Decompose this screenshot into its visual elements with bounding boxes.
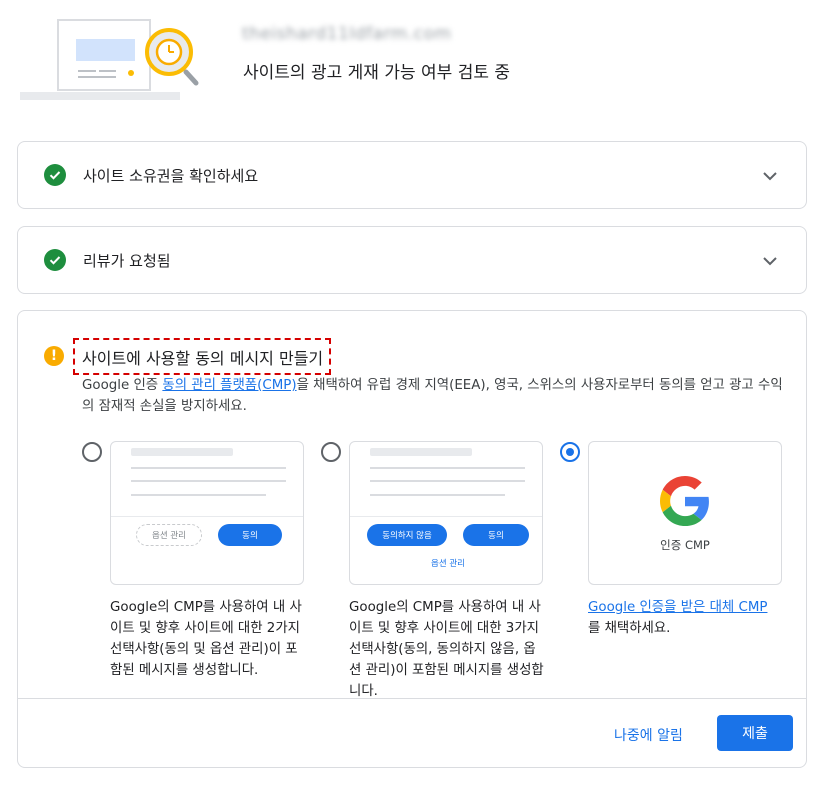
site-domain: theishard11Idfarm.com [242,24,452,44]
google-logo-icon [660,476,709,526]
option-three-choice-text: Google의 CMP를 사용하여 내 사이트 및 향후 사이트에 대한 3가지… [349,600,544,699]
option-two-choice-text: Google의 CMP를 사용하여 내 사이트 및 향후 사이트에 대한 2가지… [110,600,302,678]
consent-description: Google 인증 동의 관리 플랫폼(CMP)을 채택하여 유럽 경제 지역(… [82,378,783,414]
preview-decline-button: 동의하지 않음 [367,524,447,546]
step-title: 사이트 소유권을 확인하세요 [83,166,259,185]
step-title: 리뷰가 요청됨 [83,251,171,270]
page-subtitle: 사이트의 광고 게재 가능 여부 검토 중 [243,63,511,83]
step-card-ownership[interactable]: 사이트 소유권을 확인하세요 [17,141,807,209]
chevron-down-icon[interactable] [760,251,780,271]
submit-button[interactable]: 제출 [717,715,793,751]
option-two-choice-preview[interactable]: 옵션 관리 동의 [110,441,304,585]
certified-cmp-label: 인증 CMP [660,538,710,552]
check-circle-icon [44,164,66,186]
option-three-choice-preview[interactable]: 동의하지 않음 동의 옵션 관리 [349,441,543,585]
step-card-review[interactable]: 리뷰가 요청됨 [17,226,807,294]
option-certified-cmp-text: Google 인증을 받은 대체 CMP 를 채택하세요. [588,600,768,636]
site-review-illustration [20,12,210,104]
option-certified-cmp-radio[interactable] [560,442,580,462]
preview-consent-button: 동의 [218,524,282,546]
warning-icon: ! [44,346,64,366]
preview-manage-options-link: 옵션 관리 [431,559,465,569]
option-two-choice-radio[interactable] [82,442,102,462]
remind-later-button[interactable]: 나중에 알림 [614,725,683,745]
option-three-choice-radio[interactable] [321,442,341,462]
chevron-down-icon[interactable] [760,166,780,186]
option-certified-cmp-preview[interactable]: 인증 CMP [588,441,782,585]
consent-section-title: 사이트에 사용할 동의 메시지 만들기 [73,338,332,375]
cmp-link[interactable]: 동의 관리 플랫폼(CMP) [162,378,296,393]
preview-consent-button: 동의 [463,524,529,546]
consent-message-card: ! 사이트에 사용할 동의 메시지 만들기 Google 인증 동의 관리 플랫… [17,310,807,768]
preview-manage-options-button: 옵션 관리 [136,524,202,546]
check-circle-icon [44,249,66,271]
alternate-cmp-link[interactable]: Google 인증을 받은 대체 CMP [588,600,767,615]
footer-divider [18,698,806,699]
